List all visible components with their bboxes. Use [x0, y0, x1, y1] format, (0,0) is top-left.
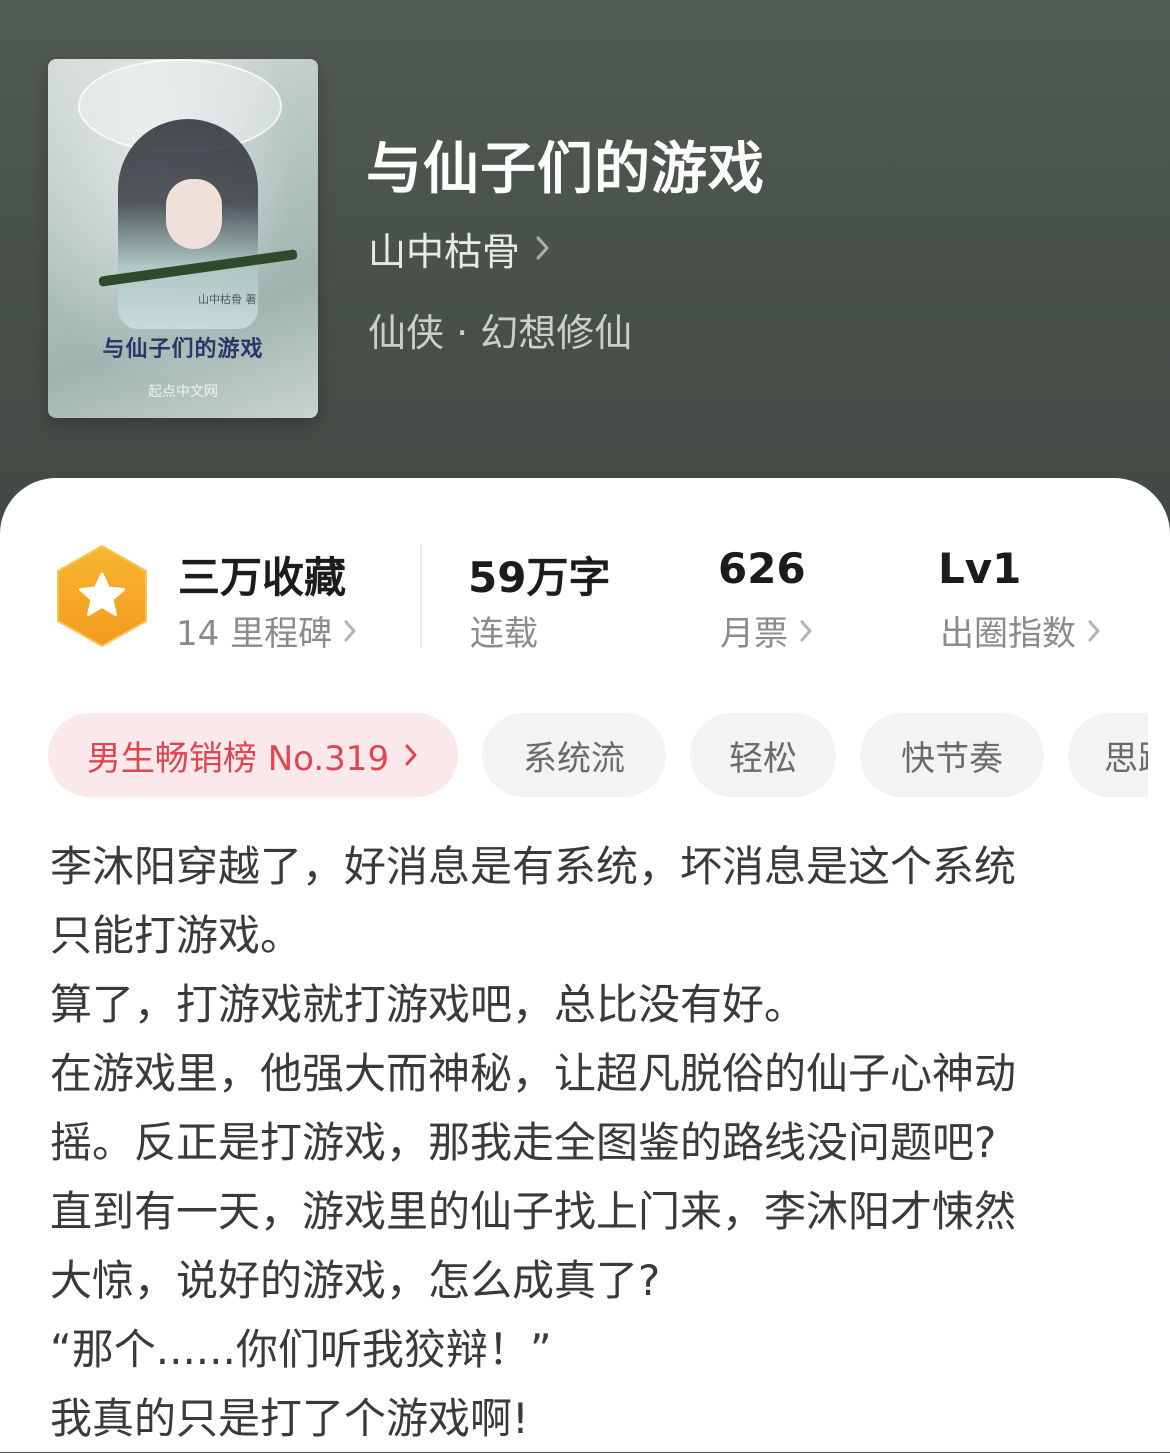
stat-favorites-sub: 14 里程碑 — [176, 606, 358, 655]
stat-level-title: Lv1 — [938, 544, 1022, 593]
book-cover[interactable]: 山中枯骨 著 与仙子们的游戏 起点中文网 — [48, 59, 318, 418]
cover-author-mark: 山中枯骨 著 — [198, 293, 257, 306]
tag-item[interactable]: 快节奏 — [860, 713, 1044, 797]
stat-favorites-title: 三万收藏 — [178, 553, 347, 602]
description-line: 摇。反正是打游戏，那我走全图鉴的路线没问题吧? — [50, 1118, 997, 1167]
book-genre: 仙侠 · 幻想修仙 — [368, 311, 633, 355]
description-line: 只能打游戏。 — [50, 911, 303, 960]
star-hexagon-icon — [57, 545, 147, 647]
cover-title: 与仙子们的游戏 — [102, 336, 264, 362]
description-line: 大惊，说好的游戏，怎么成真了? — [50, 1256, 661, 1305]
rank-tag[interactable]: 男生畅销榜 No.319 — [48, 713, 458, 797]
book-description: 李沐阳穿越了，好消息是有系统，坏消息是这个系统 只能打游戏。 算了，打游戏就打游… — [50, 832, 1130, 1453]
stat-favorites-sub-label: 14 里程碑 — [176, 614, 333, 654]
tag-item[interactable]: 系统流 — [482, 713, 666, 797]
tag-item[interactable]: 思路 — [1068, 713, 1148, 797]
description-line: 算了，打游戏就打游戏吧，总比没有好。 — [50, 980, 807, 1029]
chevron-right-icon — [405, 744, 417, 766]
rank-tag-label: 男生畅销榜 No.319 — [86, 738, 390, 779]
stat-monthly-votes-sub: 月票 — [720, 606, 814, 655]
stats-row: 三万收藏 14 里程碑 59万字 连载 626 月票 Lv1 出圈指数 — [0, 478, 1170, 678]
book-title: 与仙子们的游戏 — [366, 137, 765, 202]
book-header: 山中枯骨 著 与仙子们的游戏 起点中文网 与仙子们的游戏 山中枯骨 仙侠 · 幻… — [0, 0, 1170, 520]
stat-monthly-votes-sub-label: 月票 — [720, 614, 788, 654]
tag-row: 男生畅销榜 No.319 系统流 轻松 快节奏 思路 — [48, 713, 1148, 799]
chevron-right-icon — [344, 620, 356, 641]
stat-level-sub-label: 出圈指数 — [940, 614, 1076, 654]
description-line: 我真的只是打了个游戏啊! — [50, 1394, 529, 1443]
description-line: 在游戏里，他强大而神秘，让超凡脱俗的仙子心神动 — [50, 1049, 1017, 1098]
author-name: 山中枯骨 — [368, 229, 521, 274]
stat-words-sub: 连载 — [470, 614, 538, 654]
tag-item[interactable]: 轻松 — [690, 713, 836, 797]
stats-divider — [420, 544, 422, 648]
chevron-right-icon — [800, 620, 812, 641]
chevron-right-icon — [536, 236, 549, 260]
description-line: 直到有一天，游戏里的仙子找上门来，李沐阳才悚然 — [50, 1187, 1017, 1236]
description-line: 李沐阳穿越了，好消息是有系统，坏消息是这个系统 — [50, 842, 1017, 891]
author-link[interactable]: 山中枯骨 — [368, 224, 552, 274]
description-line: “那个......你们听我狡辩！” — [50, 1325, 552, 1374]
cover-publisher: 起点中文网 — [148, 384, 218, 400]
book-info-panel: 三万收藏 14 里程碑 59万字 连载 626 月票 Lv1 出圈指数 男生畅销… — [0, 478, 1170, 1452]
chevron-right-icon — [1088, 620, 1100, 641]
cover-face-illustration — [166, 179, 222, 249]
stat-monthly-votes-title: 626 — [718, 544, 806, 593]
stat-words-title: 59万字 — [468, 553, 611, 602]
stat-level-sub: 出圈指数 — [940, 606, 1102, 655]
